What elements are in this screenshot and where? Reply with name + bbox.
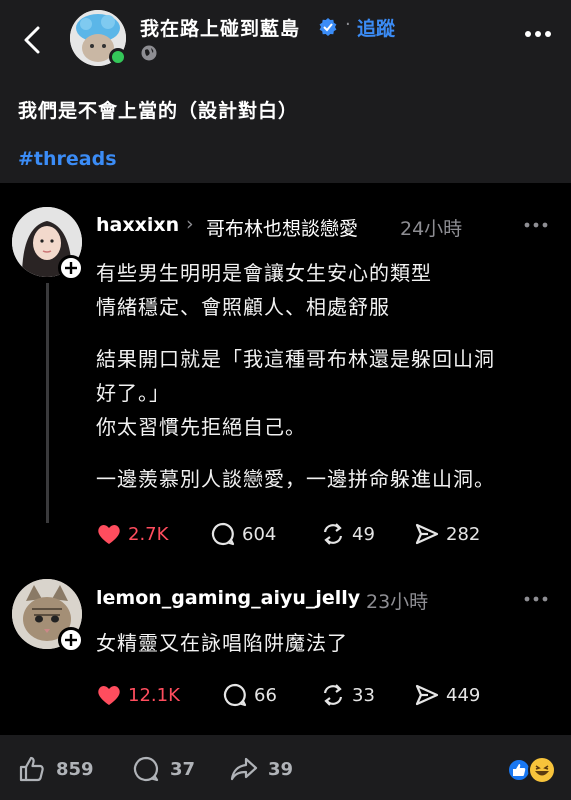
post-header: 我在路上碰到藍島 · 追蹤 (0, 0, 571, 80)
post-comment-count: 37 (170, 758, 196, 780)
post-action-bar: 859 37 39 (0, 740, 571, 800)
fb-share-icon (230, 757, 258, 781)
comment-bubble-icon (211, 522, 235, 546)
comment-text-line: 好了。」 (96, 381, 170, 405)
comment-time: 23小時 (366, 591, 429, 613)
comment-text-line: 一邊羨慕別人談戀愛，一邊拼命躲進山洞。 (96, 467, 495, 491)
comment-text-line: 你太習慣先拒絕自己。 (96, 415, 306, 439)
share-button[interactable]: 449 (414, 681, 480, 709)
comment-text-line: 情緒穩定、會照顧人、相處舒服 (96, 295, 390, 319)
repost-count: 33 (352, 684, 375, 706)
like-count: 12.1K (128, 684, 180, 706)
more-options-icon[interactable] (524, 30, 552, 38)
send-icon (415, 523, 439, 545)
more-dots-icon[interactable] (524, 222, 548, 228)
reply-button[interactable]: 66 (222, 681, 277, 709)
like-button[interactable]: 12.1K (96, 681, 180, 709)
send-icon (415, 684, 439, 706)
haha-reaction-icon (528, 756, 556, 784)
repost-icon (323, 684, 343, 706)
post-title: 我們是不會上當的（設計對白） (18, 100, 299, 122)
hashtag-link[interactable]: #threads (18, 148, 117, 170)
separator-dot: · (345, 14, 351, 35)
comment-username[interactable]: lemon_gaming_aiyu_jelly (96, 587, 360, 609)
repost-count: 49 (352, 523, 375, 545)
plus-icon (65, 634, 77, 646)
share-button[interactable]: 282 (414, 520, 480, 548)
repost-icon (323, 523, 343, 545)
reply-chevron: › (186, 213, 194, 235)
reply-count: 604 (242, 523, 277, 545)
post-share-count: 39 (268, 758, 294, 780)
heart-icon (98, 686, 120, 705)
post-like-button[interactable]: 859 (18, 754, 94, 784)
comment-bubble-icon (223, 683, 247, 707)
comment-text-line: 有些男生明明是會讓女生安心的類型 (96, 261, 432, 285)
comment-text-line: 女精靈又在詠唱陷阱魔法了 (96, 631, 348, 655)
more-dots-icon[interactable] (524, 596, 548, 602)
globe-icon (141, 45, 157, 61)
share-count: 282 (446, 523, 481, 545)
like-count: 2.7K (128, 523, 169, 545)
comment-time: 24小時 (400, 218, 463, 240)
back-arrow-icon[interactable] (18, 22, 48, 58)
fb-comment-icon (133, 756, 159, 782)
repost-button[interactable]: 49 (320, 520, 375, 548)
post-like-count: 859 (56, 758, 94, 780)
thumbs-up-icon (19, 756, 44, 782)
verified-badge-icon (319, 18, 337, 36)
share-count: 449 (446, 684, 481, 706)
post-share-button[interactable]: 39 (230, 754, 293, 784)
follow-plus-button[interactable] (58, 627, 84, 653)
thread-connector-line (46, 283, 49, 523)
post-comment-button[interactable]: 37 (132, 754, 195, 784)
repost-button[interactable]: 33 (320, 681, 375, 709)
reply-count: 66 (254, 684, 277, 706)
page-name[interactable]: 我在路上碰到藍島 (140, 14, 300, 41)
heart-icon (98, 525, 120, 544)
reply-button[interactable]: 604 (210, 520, 276, 548)
plus-icon (65, 262, 77, 274)
like-button[interactable]: 2.7K (96, 520, 168, 548)
follow-plus-button[interactable] (58, 255, 84, 281)
comment-text-line: 結果開口就是「我這種哥布林還是躲回山洞 (96, 347, 495, 371)
follow-button[interactable]: 追蹤 (357, 14, 395, 41)
threads-screenshot-card: haxxixn › 哥布林也想談戀愛 24小時 有些男生明明是會讓女生安心的類型… (0, 183, 571, 735)
comment-username[interactable]: haxxixn (96, 214, 179, 236)
reply-to-name[interactable]: 哥布林也想談戀愛 (206, 214, 358, 241)
online-status-dot (109, 48, 127, 66)
